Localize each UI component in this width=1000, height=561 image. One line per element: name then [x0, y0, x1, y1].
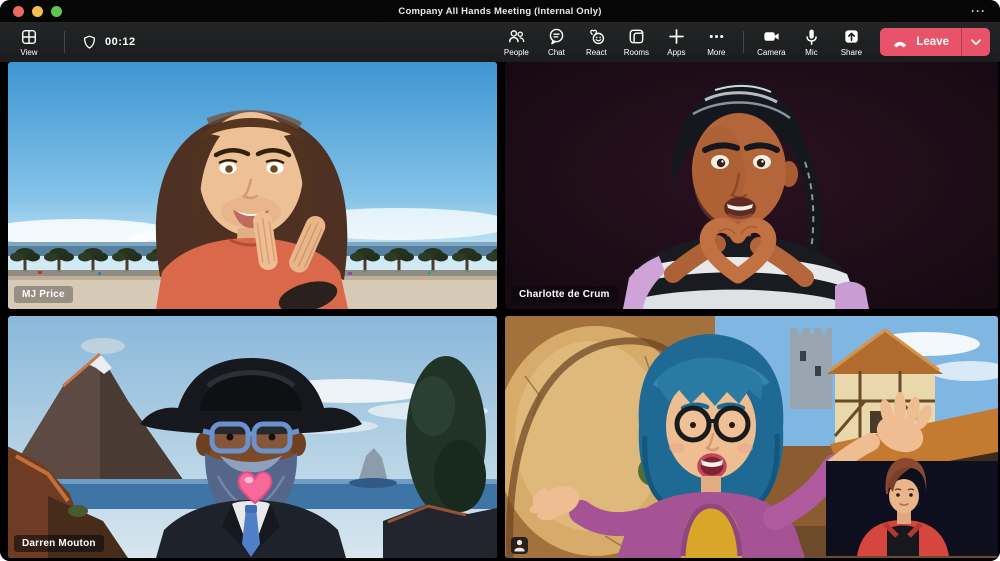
- self-view-pip[interactable]: [826, 458, 998, 556]
- grid-view-icon: [21, 29, 37, 44]
- share-button[interactable]: Share: [832, 24, 870, 60]
- mic-label: Mic: [805, 48, 818, 57]
- more-button[interactable]: More: [697, 24, 735, 60]
- toolbar-separator: [64, 31, 65, 53]
- leave-options-button[interactable]: [961, 28, 990, 56]
- share-label: Share: [840, 48, 863, 57]
- participant-status-icon: [511, 537, 528, 554]
- video-tile-charlotte-de-crum[interactable]: Charlotte de Crum: [505, 62, 998, 309]
- meeting-window: Company All Hands Meeting (Internal Only…: [0, 0, 1000, 561]
- people-label: People: [503, 48, 529, 57]
- view-label: View: [20, 47, 38, 57]
- camera-label: Camera: [757, 48, 786, 57]
- titlebar-more-icon[interactable]: ···: [971, 0, 986, 22]
- avatar-scene-village: [505, 316, 998, 558]
- people-button[interactable]: People: [497, 24, 535, 60]
- window-title: Company All Hands Meeting (Internal Only…: [398, 5, 602, 17]
- titlebar: Company All Hands Meeting (Internal Only…: [0, 0, 1000, 22]
- apps-button[interactable]: Apps: [657, 24, 695, 60]
- video-grid: MJ Price Charlotte de Crum Darren Mouton: [0, 62, 1000, 561]
- avatar-scene-volcano: [8, 316, 497, 558]
- video-tile-mj-price[interactable]: MJ Price: [8, 62, 497, 309]
- leave-label: Leave: [916, 36, 949, 48]
- people-icon: [508, 30, 525, 43]
- participant-name-label: Darren Mouton: [14, 535, 104, 552]
- view-button[interactable]: View: [10, 24, 48, 60]
- timer-value: 00:12: [105, 36, 136, 48]
- plus-icon: [669, 29, 684, 44]
- camera-button[interactable]: Camera: [752, 24, 790, 60]
- chat-button[interactable]: Chat: [537, 24, 575, 60]
- more-label: More: [707, 48, 726, 57]
- chat-label: Chat: [547, 48, 565, 57]
- apps-label: Apps: [667, 48, 686, 57]
- react-label: React: [585, 48, 607, 57]
- meeting-toolbar: View 00:12 People Chat React Rooms Apps …: [0, 22, 1000, 62]
- hangup-icon: [894, 41, 907, 48]
- share-icon: [845, 30, 858, 43]
- meeting-timer: 00:12: [81, 34, 136, 51]
- leave-button[interactable]: Leave: [880, 28, 990, 56]
- ellipsis-icon: [709, 34, 724, 39]
- video-tile-darren-mouton[interactable]: Darren Mouton: [8, 316, 497, 558]
- avatar-scene-dark: [505, 62, 998, 309]
- react-icon: [590, 29, 605, 45]
- chevron-down-icon: [971, 38, 981, 45]
- mic-icon: [806, 29, 817, 45]
- video-tile-speaker[interactable]: [505, 316, 998, 558]
- rooms-button[interactable]: Rooms: [617, 24, 655, 60]
- mic-button[interactable]: Mic: [792, 24, 830, 60]
- camera-icon: [764, 32, 779, 41]
- rooms-label: Rooms: [623, 48, 650, 57]
- react-button[interactable]: React: [577, 24, 615, 60]
- toolbar-separator: [743, 31, 745, 53]
- shield-icon: [83, 35, 96, 49]
- rooms-icon: [629, 29, 644, 44]
- chat-icon: [549, 28, 564, 45]
- avatar-scene-beach: [8, 62, 497, 309]
- participant-name-label: MJ Price: [14, 286, 73, 303]
- participant-name-label: Charlotte de Crum: [511, 286, 618, 303]
